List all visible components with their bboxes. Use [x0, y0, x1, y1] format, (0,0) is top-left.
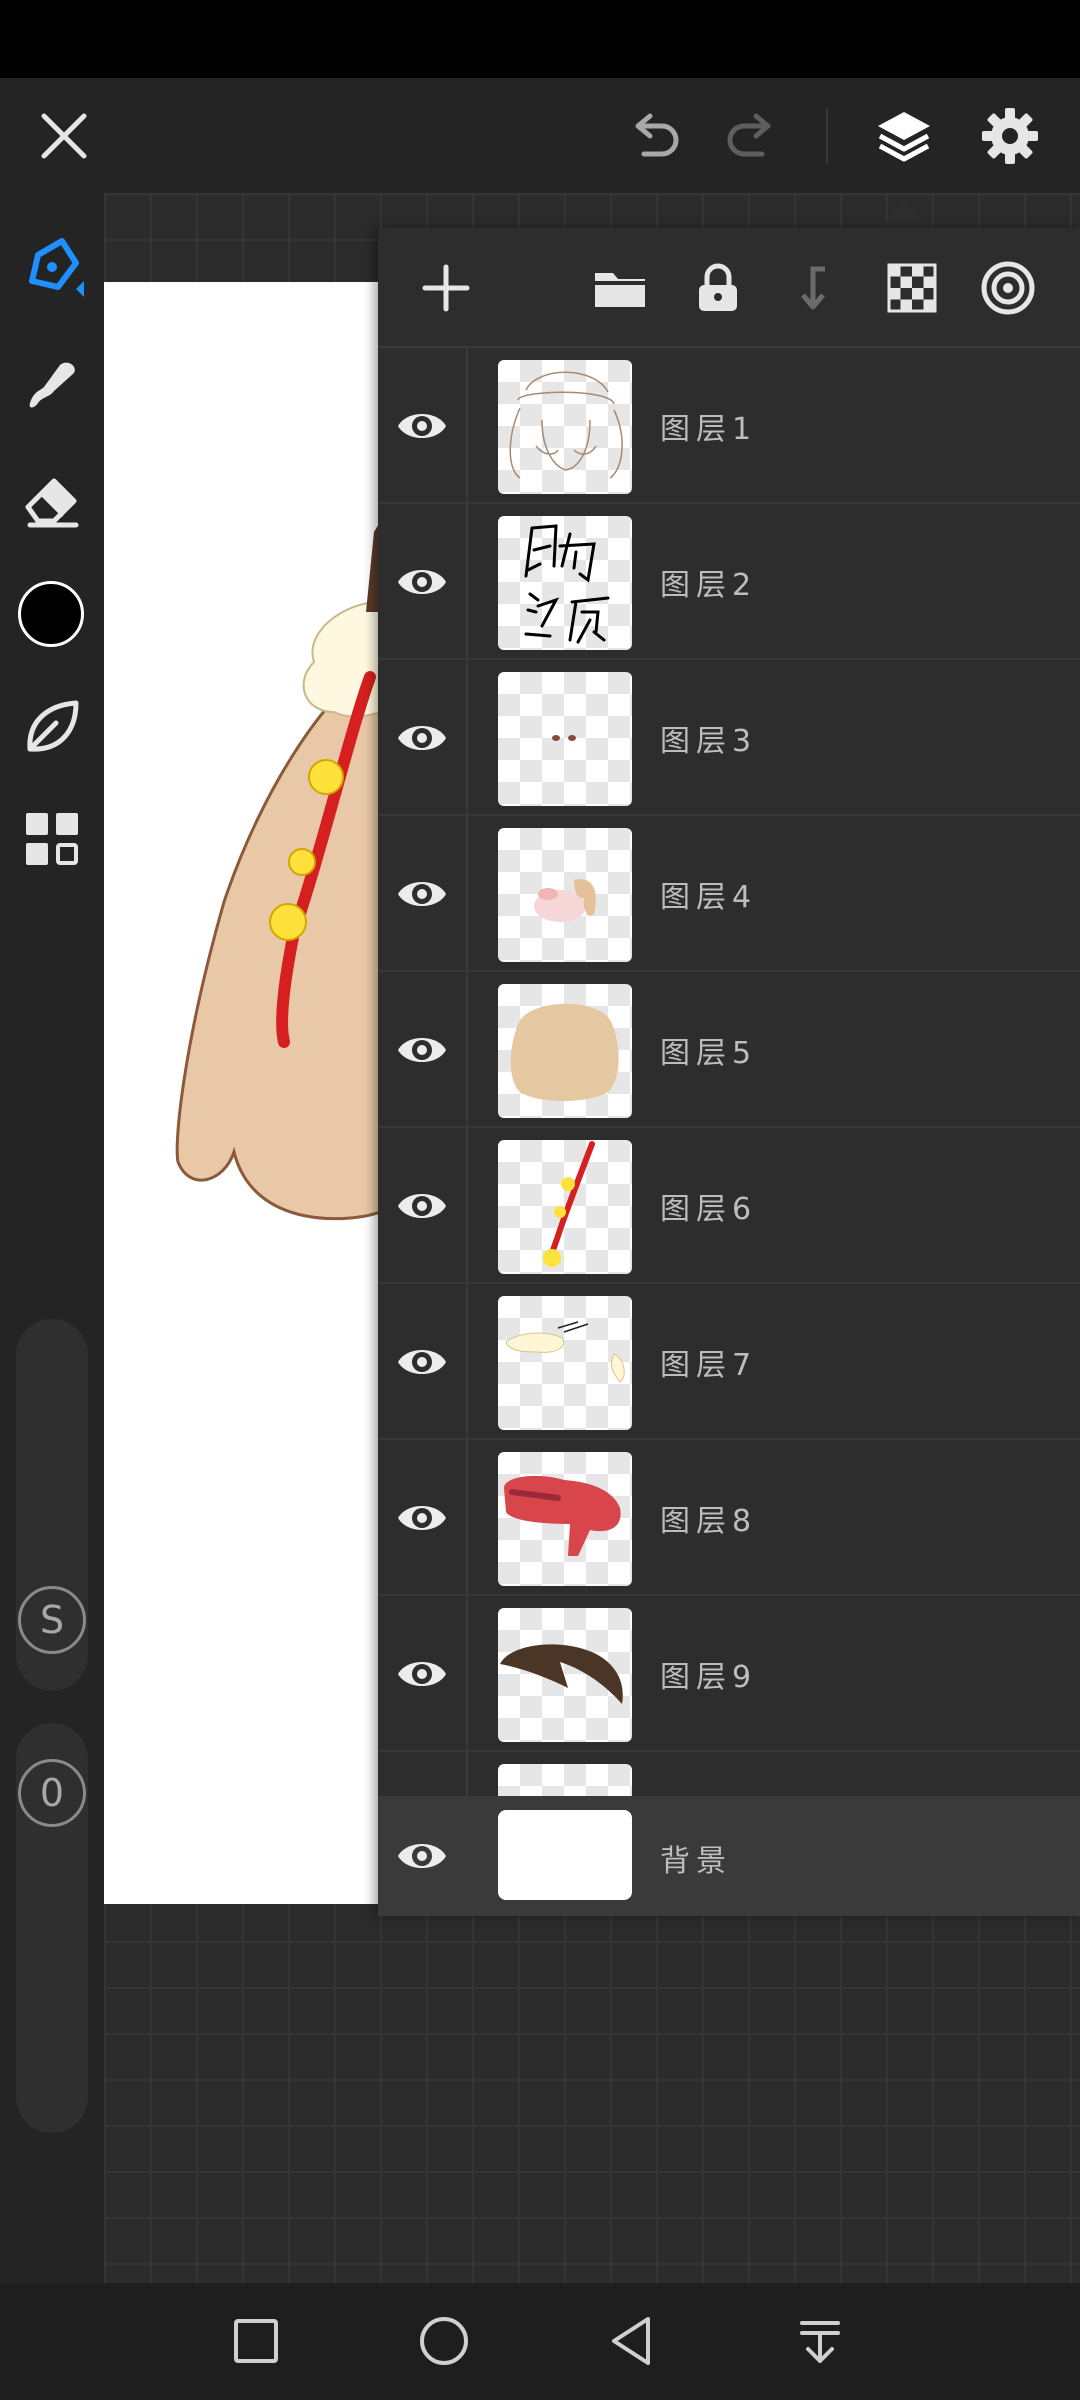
- checkerboard-icon[interactable]: [874, 250, 950, 326]
- layer-thumbnail: [498, 1296, 632, 1430]
- visibility-toggle[interactable]: [378, 660, 468, 816]
- visibility-toggle[interactable]: [378, 816, 468, 972]
- layer-name: 图层4: [660, 880, 758, 915]
- layer-row-5[interactable]: 图层5: [378, 972, 1080, 1128]
- home-icon[interactable]: [408, 2305, 480, 2377]
- lock-icon[interactable]: [680, 250, 756, 326]
- notification-pull-icon[interactable]: [784, 2305, 856, 2377]
- layer-row-6[interactable]: 图层6: [378, 1128, 1080, 1284]
- visibility-toggle[interactable]: [378, 504, 468, 660]
- navigation-bar: [0, 2283, 1080, 2400]
- eye-icon: [398, 570, 446, 594]
- layer-row-1[interactable]: 图层1: [378, 348, 1080, 504]
- visibility-toggle[interactable]: [378, 1440, 468, 1596]
- layer-thumbnail: [498, 672, 632, 806]
- layer-row-8[interactable]: 图层8: [378, 1440, 1080, 1596]
- background-layer-row[interactable]: 背景: [378, 1796, 1080, 1916]
- color-picker[interactable]: [18, 581, 84, 647]
- layer-name: 图层7: [660, 1348, 758, 1383]
- layer-row-3[interactable]: 图层3: [378, 660, 1080, 816]
- opacity-badge: 0: [18, 1759, 86, 1827]
- layer-row-9[interactable]: 图层9: [378, 1596, 1080, 1752]
- undo-icon[interactable]: [606, 88, 702, 184]
- recent-apps-icon[interactable]: [220, 2305, 292, 2377]
- background-thumbnail: [498, 1810, 632, 1900]
- close-icon[interactable]: [16, 88, 112, 184]
- layer-list[interactable]: 图层1 图层2 图层3 图层4 图层5 图层6 图层7 图层8 图层9: [378, 348, 1080, 1796]
- back-icon[interactable]: [596, 2305, 668, 2377]
- smudge-icon[interactable]: [12, 343, 92, 423]
- layer-row-7[interactable]: 图层7: [378, 1284, 1080, 1440]
- visibility-column: [378, 1752, 468, 1796]
- merge-down-icon[interactable]: [778, 250, 854, 326]
- left-toolbar: S 0: [0, 193, 104, 2283]
- layer-row-4[interactable]: 图层4: [378, 816, 1080, 972]
- panel-pointer: [880, 200, 928, 228]
- eye-icon: [398, 1350, 446, 1374]
- layer-row-10-partial[interactable]: [378, 1752, 1080, 1796]
- eye-icon: [398, 726, 446, 750]
- layer-name: 图层1: [660, 412, 758, 447]
- pen-icon[interactable]: [12, 225, 92, 305]
- visibility-toggle[interactable]: [378, 1284, 468, 1440]
- eye-icon: [398, 414, 446, 438]
- visibility-toggle[interactable]: [378, 1596, 468, 1752]
- layers-toolbar: [378, 228, 1080, 348]
- visibility-toggle[interactable]: [378, 1796, 468, 1916]
- visibility-toggle[interactable]: [378, 1128, 468, 1284]
- eraser-icon[interactable]: [12, 459, 92, 539]
- layer-name: 背景: [660, 1844, 732, 1879]
- eye-icon: [398, 1506, 446, 1530]
- eye-icon: [398, 1662, 446, 1686]
- brush-size-badge: S: [18, 1586, 86, 1654]
- layer-thumbnail: [498, 1140, 632, 1274]
- visibility-toggle[interactable]: [378, 972, 468, 1128]
- eye-icon: [398, 882, 446, 906]
- layer-name: 图层9: [660, 1660, 758, 1695]
- eye-icon: [398, 1038, 446, 1062]
- layer-thumbnail: [498, 360, 632, 494]
- leaf-icon[interactable]: [12, 687, 92, 767]
- layer-thumbnail: [498, 984, 632, 1118]
- layer-thumbnail: [498, 828, 632, 962]
- layer-name: 图层8: [660, 1504, 758, 1539]
- layer-thumbnail: [498, 1452, 632, 1586]
- layer-thumbnail: [498, 1764, 632, 1796]
- redo-icon[interactable]: [704, 88, 800, 184]
- toolbar-divider: [826, 108, 828, 164]
- layers-panel: 图层1 图层2 图层3 图层4 图层5 图层6 图层7 图层8 图层9 背景: [378, 228, 1080, 1916]
- layer-thumbnail: [498, 516, 632, 650]
- layer-name: 图层3: [660, 724, 758, 759]
- layer-name: 图层5: [660, 1036, 758, 1071]
- artwork-preview: [175, 522, 380, 1221]
- layer-name: 图层6: [660, 1192, 758, 1227]
- layer-thumbnail: [498, 1608, 632, 1742]
- add-layer-icon[interactable]: [408, 250, 484, 326]
- target-icon[interactable]: [970, 250, 1046, 326]
- eye-icon: [398, 1194, 446, 1218]
- layer-row-2[interactable]: 图层2: [378, 504, 1080, 660]
- status-bar: [0, 0, 1080, 78]
- layers-icon[interactable]: [856, 88, 952, 184]
- layer-name: 图层2: [660, 568, 758, 603]
- visibility-toggle[interactable]: [378, 348, 468, 504]
- drawing-canvas[interactable]: [104, 282, 380, 1904]
- eye-icon: [398, 1844, 446, 1868]
- top-bar: [0, 78, 1080, 193]
- grid-icon[interactable]: [12, 799, 92, 879]
- settings-icon[interactable]: [962, 88, 1058, 184]
- folder-icon[interactable]: [582, 250, 658, 326]
